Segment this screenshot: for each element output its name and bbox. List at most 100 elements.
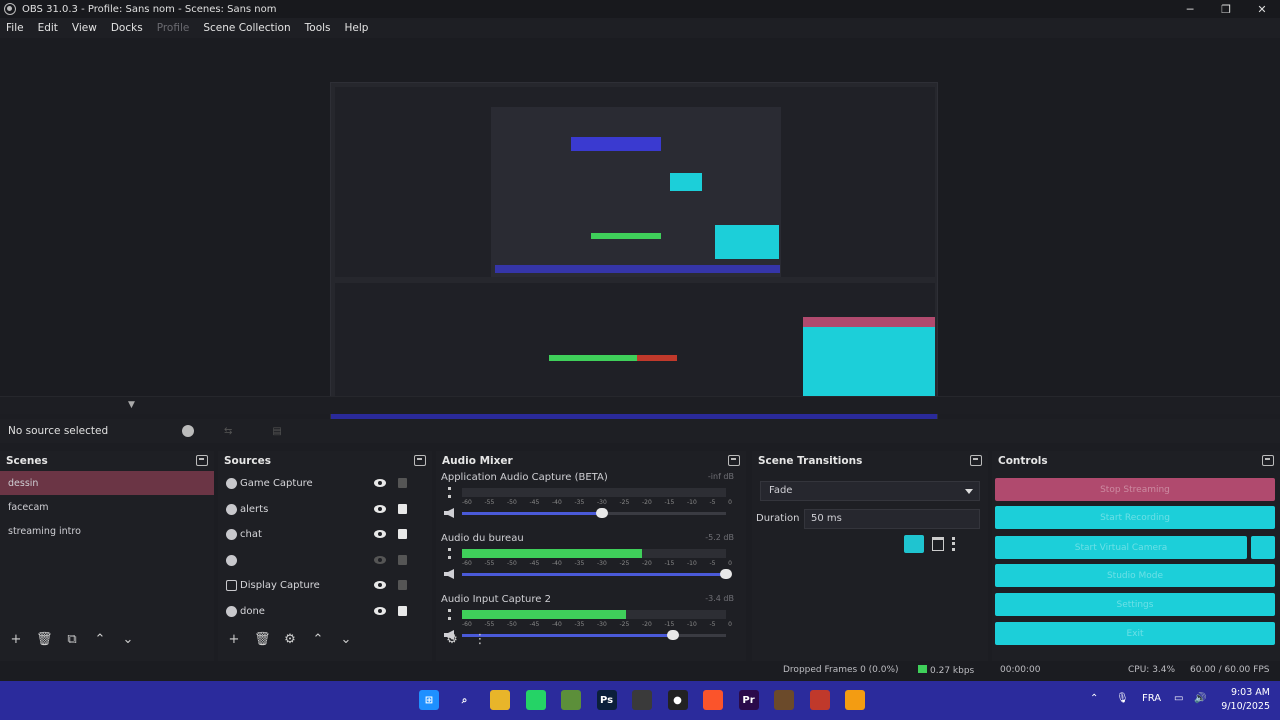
volume-slider[interactable]: [462, 508, 726, 518]
unlock-icon[interactable]: [398, 478, 407, 488]
eye-icon[interactable]: [374, 530, 386, 538]
move-scene-down-button[interactable]: ⌄: [120, 632, 136, 647]
program-preview[interactable]: [330, 82, 938, 426]
whatsapp-icon[interactable]: [525, 690, 546, 710]
premiere-icon[interactable]: Pr: [738, 690, 759, 710]
more-options-icon[interactable]: [448, 609, 451, 620]
mixer-menu-button[interactable]: ⋮: [472, 632, 488, 647]
unlock-icon[interactable]: [398, 554, 407, 565]
undock-icon[interactable]: [196, 455, 208, 466]
microphone-icon[interactable]: 🎙: [1116, 693, 1129, 704]
source-item[interactable]: done: [218, 599, 432, 625]
meter-tick-label: -55: [484, 621, 495, 628]
transform-button[interactable]: ▤: [272, 426, 281, 437]
move-source-up-button[interactable]: ⌃: [310, 632, 326, 647]
network-icon[interactable]: ▭: [1174, 693, 1183, 704]
minecraft-icon[interactable]: [561, 690, 581, 710]
start-recording-button[interactable]: Start Recording: [995, 506, 1275, 529]
undock-icon[interactable]: [1262, 455, 1274, 466]
add-scene-button[interactable]: +: [8, 632, 24, 647]
lock-icon[interactable]: [398, 529, 407, 539]
chevron-up-icon[interactable]: ⌃: [1090, 693, 1098, 704]
vlc-icon[interactable]: [845, 690, 865, 710]
file-explorer-icon[interactable]: [490, 690, 510, 710]
add-source-button[interactable]: +: [226, 632, 242, 647]
source-item[interactable]: [218, 548, 432, 574]
slider-handle[interactable]: [720, 569, 732, 579]
minimize-button[interactable]: ─: [1172, 0, 1208, 18]
lock-icon[interactable]: [398, 605, 407, 616]
source-item[interactable]: Display Capture: [218, 573, 432, 599]
more-options-icon[interactable]: [952, 537, 955, 551]
menu-docks[interactable]: Docks: [111, 22, 143, 34]
menu-file[interactable]: File: [6, 22, 24, 34]
mixer-footer: ⚙ ⋮: [436, 629, 488, 649]
snipping-tool-icon[interactable]: [632, 690, 652, 710]
remove-scene-button[interactable]: 🗑: [36, 632, 53, 647]
move-scene-up-button[interactable]: ⌃: [92, 632, 108, 647]
windows-start-icon[interactable]: ⊞: [419, 690, 439, 710]
scene-item[interactable]: streaming intro: [0, 519, 214, 543]
scene-filters-button[interactable]: ⧉: [64, 632, 80, 647]
maximize-button[interactable]: ❐: [1208, 0, 1244, 18]
undock-icon[interactable]: [728, 455, 740, 466]
remove-source-button[interactable]: 🗑: [254, 632, 271, 647]
menu-scene-collection[interactable]: Scene Collection: [203, 22, 290, 34]
scene-item[interactable]: dessin: [0, 471, 214, 495]
search-icon[interactable]: ⌕: [455, 690, 475, 710]
menu-tools[interactable]: Tools: [305, 22, 331, 34]
brave-icon[interactable]: [703, 690, 723, 710]
obs-icon[interactable]: ●: [667, 690, 688, 710]
advanced-audio-button[interactable]: ⚙: [444, 632, 460, 647]
duration-field[interactable]: 50 ms: [804, 509, 980, 529]
speaker-icon[interactable]: [444, 508, 454, 518]
more-options-icon[interactable]: [448, 548, 451, 559]
studio-mode-button[interactable]: Studio Mode: [995, 564, 1275, 587]
source-properties-button[interactable]: ⚙: [282, 632, 298, 647]
undock-icon[interactable]: [414, 455, 426, 466]
speaker-icon[interactable]: [444, 569, 454, 579]
add-transition-button[interactable]: [904, 535, 924, 553]
source-item[interactable]: alerts: [218, 497, 432, 523]
chevron-down-icon[interactable]: ▼: [128, 400, 135, 410]
photoshop-icon[interactable]: Ps: [596, 690, 617, 710]
source-item[interactable]: Game Capture: [218, 471, 432, 497]
language-indicator[interactable]: FRA: [1142, 693, 1161, 704]
slider-handle[interactable]: [667, 630, 680, 640]
unlock-icon[interactable]: [398, 580, 407, 590]
source-item[interactable]: chat: [218, 522, 432, 548]
volume-icon[interactable]: 🔊: [1194, 693, 1206, 704]
volume-slider[interactable]: [462, 569, 732, 579]
eye-icon[interactable]: [374, 504, 386, 513]
eye-hidden-icon[interactable]: [374, 555, 386, 564]
slider-handle[interactable]: [595, 508, 608, 518]
lock-icon[interactable]: [398, 503, 407, 514]
undock-icon[interactable]: [970, 455, 982, 466]
menu-edit[interactable]: Edit: [38, 22, 58, 34]
system-clock[interactable]: 9:03 AM 9/10/2025: [1221, 686, 1270, 714]
settings-button[interactable]: Settings: [995, 593, 1275, 616]
trash-icon[interactable]: [932, 537, 944, 551]
game-icon[interactable]: [774, 690, 794, 710]
move-source-down-button[interactable]: ⌄: [338, 632, 354, 647]
filters-button[interactable]: ⇆: [224, 426, 232, 437]
menu-help[interactable]: Help: [345, 22, 369, 34]
start-virtual-camera-button[interactable]: Start Virtual Camera: [995, 536, 1247, 559]
eye-icon[interactable]: [374, 479, 386, 487]
exit-button[interactable]: Exit: [995, 622, 1275, 645]
volume-meter: [462, 610, 726, 619]
gear-icon[interactable]: [182, 425, 194, 437]
meter-ticks: -60 -55 -50 -45 -40 -35 -30 -25 -20 -15 -10 -5 0: [462, 621, 732, 629]
menu-view[interactable]: View: [72, 22, 97, 34]
stop-streaming-button[interactable]: Stop Streaming: [995, 478, 1275, 501]
more-options-icon[interactable]: [448, 487, 451, 498]
eye-icon[interactable]: [374, 581, 386, 589]
volume-slider[interactable]: [462, 630, 726, 640]
close-button[interactable]: ✕: [1244, 0, 1280, 18]
eye-icon[interactable]: [374, 606, 386, 615]
virtual-camera-settings-button[interactable]: [1251, 536, 1275, 559]
app-icon[interactable]: [809, 690, 830, 710]
scene-item[interactable]: facecam: [0, 495, 214, 519]
menu-profile[interactable]: Profile: [157, 22, 190, 34]
transition-select[interactable]: Fade: [760, 481, 980, 501]
